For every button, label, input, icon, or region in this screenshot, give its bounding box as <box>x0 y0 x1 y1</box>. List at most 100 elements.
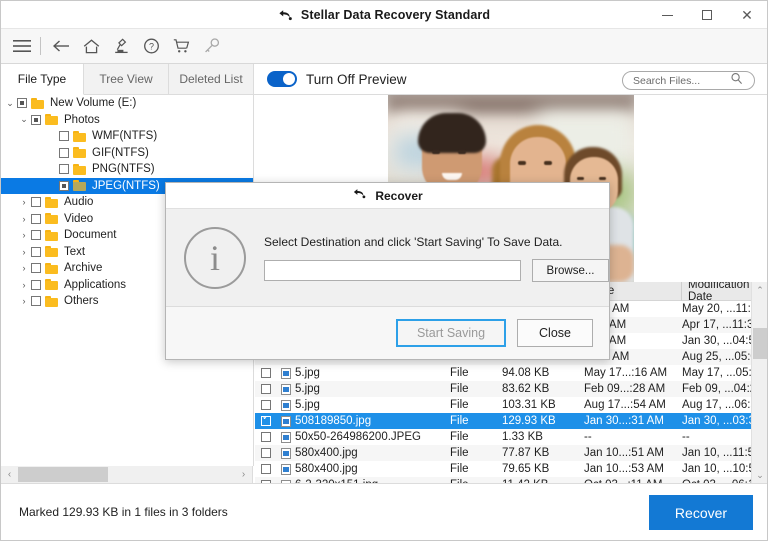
tab-deleted-list[interactable]: Deleted List <box>169 64 254 95</box>
tree-item-png-ntfs[interactable]: PNG(NTFS) <box>1 161 253 178</box>
file-list-vertical-scrollbar[interactable]: ⌃ ⌄ <box>751 282 767 483</box>
close-dialog-button[interactable]: Close <box>517 319 593 347</box>
row-checkbox[interactable] <box>261 464 271 474</box>
file-icon-cell <box>277 448 295 459</box>
tree-item-label: Applications <box>64 279 126 291</box>
tree-item-checkbox[interactable] <box>59 131 69 141</box>
scroll-up-arrow-icon[interactable]: ⌃ <box>752 282 767 298</box>
home-icon[interactable] <box>76 29 106 64</box>
key-icon[interactable] <box>196 29 226 64</box>
row-checkbox-cell[interactable] <box>255 464 277 474</box>
chevron-icon[interactable]: ⌄ <box>17 114 31 125</box>
recover-button[interactable]: Recover <box>649 495 753 530</box>
chevron-icon[interactable]: › <box>17 263 31 273</box>
scroll-left-arrow-icon[interactable]: ‹ <box>1 466 18 483</box>
table-row[interactable]: 5.jpgFile94.08 KBMay 17...:16 AMMay 17, … <box>255 365 751 381</box>
row-checkbox-cell[interactable] <box>255 416 277 426</box>
chevron-icon[interactable]: › <box>17 230 31 240</box>
row-checkbox-cell[interactable] <box>255 432 277 442</box>
column-header-modification-date[interactable]: Modification Date <box>682 282 751 301</box>
scroll-right-arrow-icon[interactable]: › <box>235 466 252 483</box>
folder-icon <box>45 263 59 274</box>
table-row[interactable]: 580x400.jpgFile77.87 KBJan 10...:51 AMJa… <box>255 445 751 461</box>
file-name-cell: 50x50-264986200.JPEG <box>295 431 450 443</box>
dialog-footer: Start Saving Close <box>166 307 609 359</box>
tree-item-checkbox[interactable] <box>59 148 69 158</box>
tree-item-photos[interactable]: ⌄Photos <box>1 112 253 129</box>
file-size-cell: 129.93 KB <box>502 415 584 427</box>
row-checkbox[interactable] <box>261 416 271 426</box>
file-name-cell: 5.jpg <box>295 367 450 379</box>
row-checkbox-cell[interactable] <box>255 448 277 458</box>
row-checkbox[interactable] <box>261 432 271 442</box>
folder-icon <box>31 98 45 109</box>
row-checkbox[interactable] <box>261 400 271 410</box>
chevron-icon[interactable]: › <box>17 247 31 257</box>
close-button[interactable]: ✕ <box>727 1 767 29</box>
chevron-icon[interactable]: › <box>17 296 31 306</box>
destination-row: Browse... <box>264 259 609 282</box>
hamburger-menu-icon[interactable] <box>7 29 37 64</box>
chevron-icon[interactable]: › <box>17 214 31 224</box>
browse-button[interactable]: Browse... <box>532 259 609 282</box>
tree-item-checkbox[interactable] <box>59 164 69 174</box>
preview-toggle[interactable] <box>267 71 297 87</box>
tab-file-type[interactable]: File Type <box>1 64 84 95</box>
tree-item-checkbox[interactable] <box>31 263 41 273</box>
tree-item-gif-ntfs[interactable]: GIF(NTFS) <box>1 145 253 162</box>
destination-input[interactable] <box>264 260 521 281</box>
tree-horizontal-scrollbar[interactable]: ‹ › <box>1 466 253 483</box>
start-saving-button[interactable]: Start Saving <box>396 319 506 347</box>
row-checkbox[interactable] <box>261 448 271 458</box>
tree-item-checkbox[interactable] <box>31 214 41 224</box>
hscroll-thumb[interactable] <box>18 467 108 482</box>
hscroll-track[interactable] <box>18 466 235 483</box>
maximize-button[interactable] <box>687 1 727 29</box>
close-icon: ✕ <box>741 8 753 22</box>
cart-icon[interactable] <box>166 29 196 64</box>
table-row[interactable]: 508189850.jpgFile129.93 KBJan 30...:31 A… <box>255 413 751 429</box>
tree-item-checkbox[interactable] <box>17 98 27 108</box>
preview-bar: Turn Off Preview <box>254 64 767 95</box>
recover-dialog: Recover i Select Destination and click '… <box>165 182 610 360</box>
table-row[interactable]: 5.jpgFile103.31 KBAug 17...:54 AMAug 17,… <box>255 397 751 413</box>
tree-item-checkbox[interactable] <box>31 296 41 306</box>
help-icon[interactable]: ? <box>136 29 166 64</box>
minimize-button[interactable] <box>647 1 687 29</box>
title-bar: Stellar Data Recovery Standard ✕ <box>1 1 767 29</box>
tree-item-checkbox[interactable] <box>31 280 41 290</box>
back-arrow-icon[interactable] <box>46 29 76 64</box>
table-row[interactable]: 5.jpgFile83.62 KBFeb 09...:28 AMFeb 09, … <box>255 381 751 397</box>
created-date-cell: Jan 30...:31 AM <box>584 415 682 427</box>
recover-arrow-icon <box>352 187 367 205</box>
tree-item-checkbox[interactable] <box>31 115 41 125</box>
tree-item-label: Video <box>64 213 93 225</box>
chevron-icon[interactable]: › <box>17 280 31 290</box>
row-checkbox[interactable] <box>261 384 271 394</box>
tree-item-wmf-ntfs[interactable]: WMF(NTFS) <box>1 128 253 145</box>
tree-item-new-volume-e[interactable]: ⌄New Volume (E:) <box>1 95 253 112</box>
row-checkbox[interactable] <box>261 368 271 378</box>
chevron-icon[interactable]: ⌄ <box>3 98 17 109</box>
file-type-cell: File <box>450 399 502 411</box>
table-row[interactable]: 50x50-264986200.JPEGFile1.33 KB---- <box>255 429 751 445</box>
search-input[interactable] <box>633 75 728 87</box>
image-file-icon <box>281 384 291 395</box>
tree-item-label: Others <box>64 295 99 307</box>
view-tabs: File Type Tree View Deleted List <box>1 64 254 95</box>
tree-item-checkbox[interactable] <box>31 247 41 257</box>
tree-item-checkbox[interactable] <box>59 181 69 191</box>
scroll-down-arrow-icon[interactable]: ⌄ <box>752 467 767 483</box>
row-checkbox-cell[interactable] <box>255 384 277 394</box>
file-size-cell: 103.31 KB <box>502 399 584 411</box>
tree-item-checkbox[interactable] <box>31 230 41 240</box>
microscope-icon[interactable] <box>106 29 136 64</box>
tab-tree-view[interactable]: Tree View <box>84 64 169 95</box>
table-row[interactable]: 580x400.jpgFile79.65 KBJan 10...:53 AMJa… <box>255 461 751 477</box>
tree-item-checkbox[interactable] <box>31 197 41 207</box>
row-checkbox-cell[interactable] <box>255 368 277 378</box>
row-checkbox-cell[interactable] <box>255 400 277 410</box>
chevron-icon[interactable]: › <box>17 197 31 207</box>
vscroll-thumb[interactable] <box>753 328 767 359</box>
search-box[interactable] <box>622 71 755 90</box>
